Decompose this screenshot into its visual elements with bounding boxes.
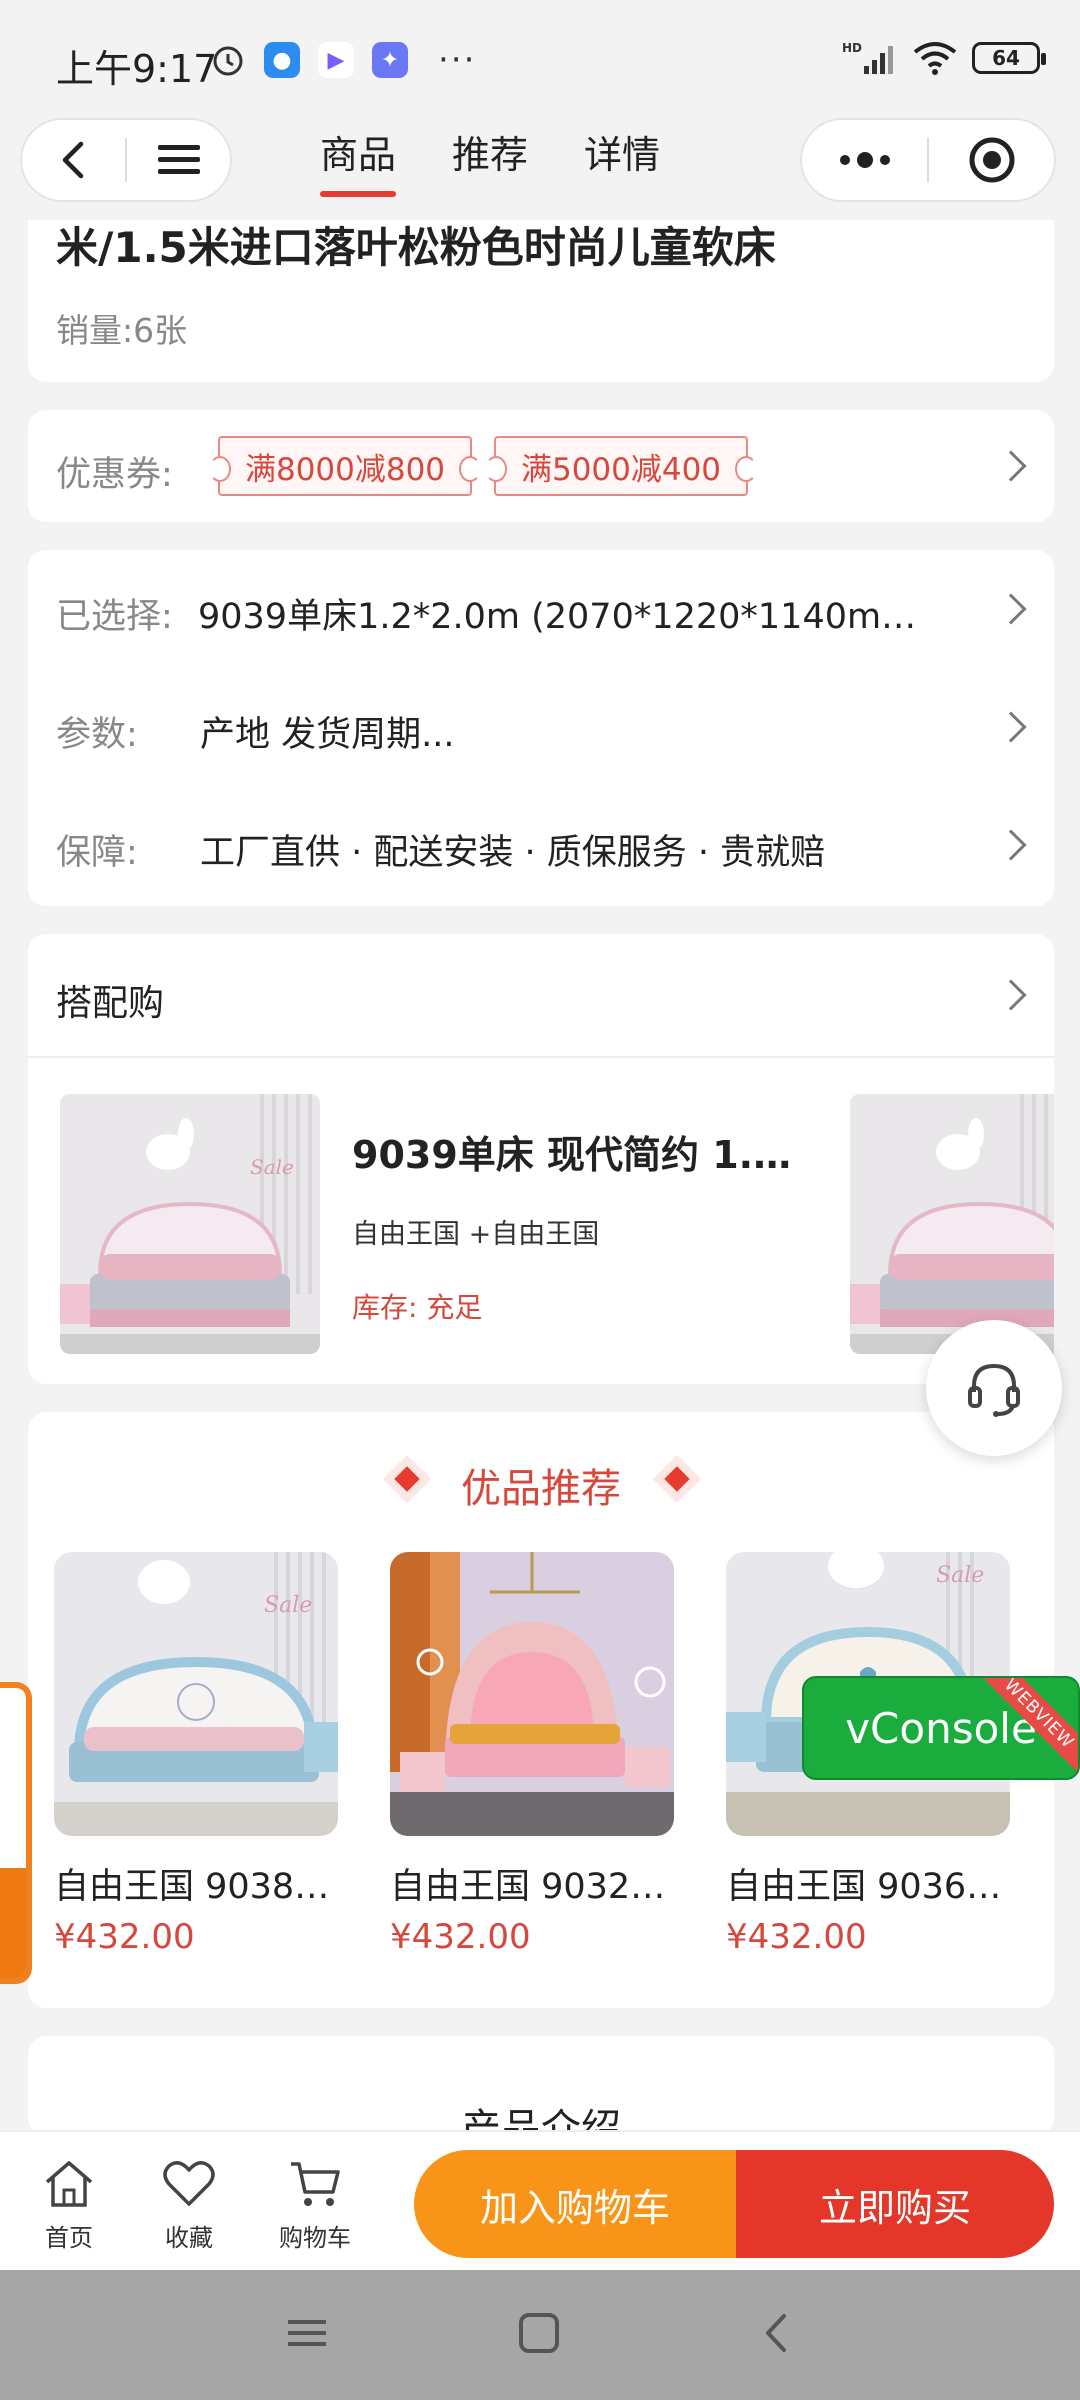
combo-product-image-next[interactable] [850,1094,1054,1354]
home-button[interactable]: 首页 [14,2158,124,2253]
buy-now-button[interactable]: 立即购买 [736,2150,1054,2258]
recommend-item[interactable]: 自由王国 9032… ¥432.00 [390,1552,674,1957]
combo-title: 搭配购 [56,983,165,1024]
vconsole-button[interactable]: vConsole WEBVIEW [802,1676,1080,1780]
status-time: 上午9:17 [56,47,218,91]
add-to-cart-button[interactable]: 加入购物车 [414,2150,736,2258]
chevron-right-icon [995,711,1027,743]
svg-text:HD: HD [842,41,862,55]
tab-recommend[interactable]: 推荐 [452,124,528,197]
recommend-item-name: 自由王国 9032… [390,1867,666,1907]
bottom-action-bar: 首页 收藏 购物车 加入购物车 立即购买 [0,2130,1080,2270]
chevron-right-icon [995,450,1027,482]
recommend-item-price: ¥432.00 [54,1917,195,1957]
chevron-right-icon [995,829,1027,861]
combo-purchase-card: 搭配购 Sale 9039单床 现代简约 1.… 自由王国 +自由王国 库存: … [28,934,1054,1384]
customer-service-button[interactable] [926,1320,1062,1456]
status-system-icons: HD 64 [842,40,1046,76]
back-icon [62,141,83,179]
product-title-card: 米/1.5米进口落叶松粉色时尚儿童软床 销量:6张 [28,220,1054,382]
product-intro-card: 产品介绍 [28,2036,1054,2152]
recommend-item-price: ¥432.00 [726,1917,867,1957]
params-row[interactable]: 参数: 产地 发货周期... [28,668,1054,786]
recommend-item-image[interactable] [390,1552,674,1836]
target-icon [969,137,1014,183]
wifi-icon [913,42,957,75]
coupon-5000-400[interactable]: 满5000减400 [485,436,757,496]
cart-button[interactable]: 购物车 [260,2158,370,2253]
combo-item-brand: 自由王国 +自由王国 [352,1219,600,1250]
heart-icon [163,2161,215,2206]
page-tabs: 商品 推荐 详情 [320,124,660,197]
tab-details[interactable]: 详情 [584,124,660,197]
more-button[interactable] [802,150,927,170]
menu-button[interactable] [127,118,230,202]
params-value: 产地 发货周期... [200,715,455,755]
home-system-icon[interactable] [518,2312,560,2354]
sales-count: 销量:6张 [56,311,188,350]
guarantee-label: 保障: [56,833,138,873]
menu-icon [157,145,200,174]
product-title: 米/1.5米进口落叶松粉色时尚儿童软床 [56,223,776,272]
side-floating-tab[interactable] [0,1682,32,1984]
favorite-label: 收藏 [165,2224,213,2252]
signal-icon: HD [842,41,893,74]
battery-indicator: 64 [972,42,1046,74]
vconsole-label: vConsole [845,1703,1037,1753]
miniapp-capsule [800,118,1056,202]
divider [28,1056,1054,1058]
selected-spec-row[interactable]: 已选择: 9039单床1.2*2.0m (2070*1220*1140m… [28,550,1054,668]
nav-left-capsule [20,118,232,202]
system-navigation-bar [0,2270,1080,2400]
alarm-icon [213,46,243,76]
recommend-title: 优品推荐 [461,1466,621,1512]
chevron-right-icon [995,593,1027,625]
selected-value: 9039单床1.2*2.0m (2070*1220*1140m… [198,597,917,637]
recent-apps-icon[interactable] [286,2312,328,2354]
cart-label: 购物车 [279,2224,351,2252]
spec-info-card: 已选择: 9039单床1.2*2.0m (2070*1220*1140m… 参数… [28,550,1054,906]
coupon-label: 优惠券: [56,455,173,495]
back-button[interactable] [22,118,125,202]
recommend-item[interactable]: Sale 自由王国 9038… ¥432.00 [54,1552,338,1957]
params-label: 参数: [56,715,138,755]
guarantee-value: 工厂直供 · 配送安装 · 质保服务 · 贵就赔 [200,833,826,873]
home-label: 首页 [45,2224,93,2252]
chevron-right-icon[interactable] [995,979,1027,1011]
headset-icon [968,1363,1020,1417]
coupon-8000-800[interactable]: 满8000减800 [209,436,481,496]
close-miniapp-button[interactable] [929,135,1054,185]
combo-item-stock: 库存: 充足 [352,1291,483,1324]
more-notifications-icon: ··· [438,40,477,80]
favorite-button[interactable]: 收藏 [134,2158,244,2253]
video-app-icon: ▶ [318,42,354,78]
combo-item-name[interactable]: 9039单床 现代简约 1.… [352,1124,791,1179]
tab-product[interactable]: 商品 [320,124,397,197]
app-notification-icon: ● [264,42,300,78]
recommend-item-name: 自由王国 9036… [726,1867,1002,1907]
top-nav-bar: 商品 推荐 详情 [0,118,1080,220]
guarantee-row[interactable]: 保障: 工厂直供 · 配送安装 · 质保服务 · 贵就赔 [28,786,1054,904]
combo-product-image[interactable]: Sale [60,1094,320,1354]
svg-text:Sale: Sale [264,1593,312,1618]
cart-icon [291,2162,340,2206]
svg-text:Sale: Sale [250,1155,294,1179]
home-icon [45,2161,93,2207]
coupon-row[interactable]: 优惠券: 满8000减800 满5000减400 [28,410,1054,522]
more-dots-icon [839,152,890,168]
status-bar: 上午9:17 ● ▶ ✦ ··· HD 64 [0,0,1080,118]
recommend-item-price: ¥432.00 [390,1917,531,1957]
recommend-item-image[interactable]: Sale [54,1552,338,1836]
svg-text:Sale: Sale [936,1563,984,1588]
selected-label: 已选择: [56,597,173,637]
status-app-icons: ● ▶ ✦ ··· [210,40,476,80]
back-system-icon[interactable] [756,2312,798,2354]
recommend-item-name: 自由王国 9038… [54,1867,330,1907]
chat-app-icon: ✦ [372,42,408,78]
